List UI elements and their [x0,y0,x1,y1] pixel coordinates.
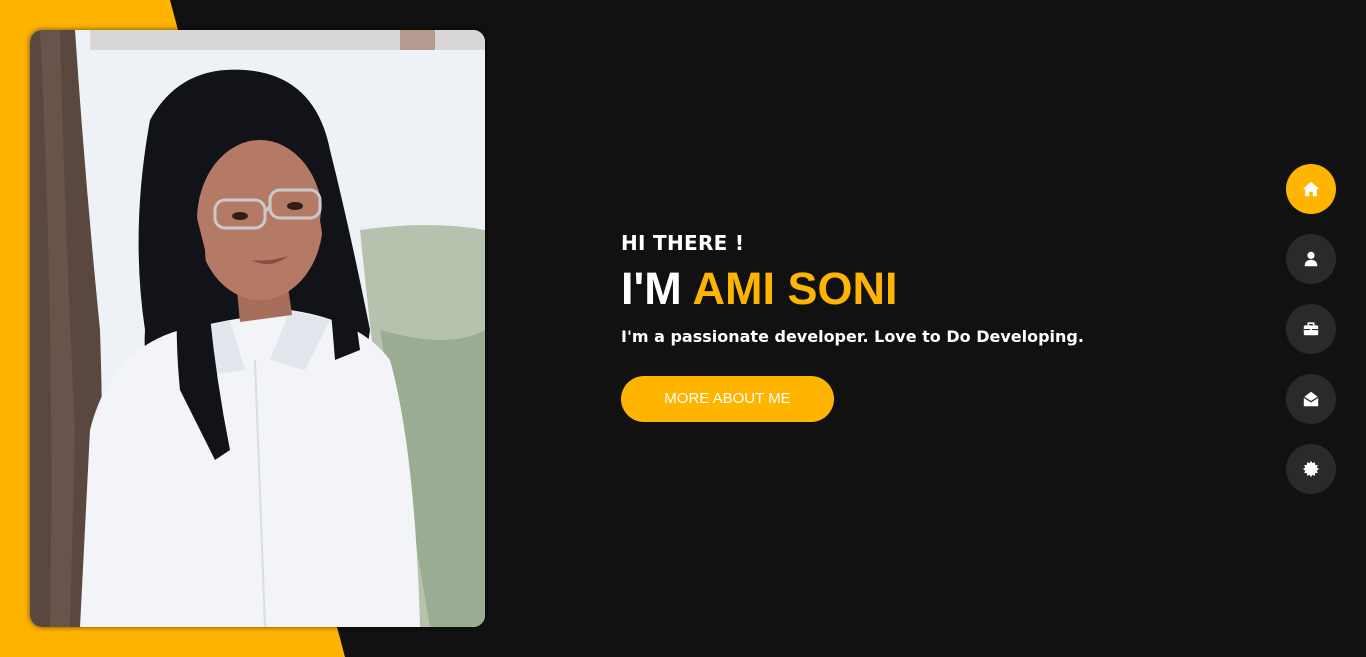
briefcase-icon [1303,322,1319,336]
greeting-text: HI THERE ! [621,231,745,255]
hero-headline: I'M AMI SONI [621,262,1181,316]
nav-portfolio-button[interactable] [1286,304,1336,354]
headline-name: AMI SONI [692,263,898,314]
profile-photo-illustration [30,30,485,627]
nav-settings-button[interactable] [1286,444,1336,494]
tagline-text: I'm a passionate developer. Love to Do D… [621,327,1084,346]
home-icon [1302,181,1320,197]
side-navigation [1286,164,1336,514]
user-icon [1304,251,1318,267]
profile-photo [30,30,485,627]
headline-prefix: I'M [621,263,693,314]
gear-icon [1302,460,1320,478]
nav-about-button[interactable] [1286,234,1336,284]
nav-contact-button[interactable] [1286,374,1336,424]
intro-block: HI THERE ! I'M AMI SONI I'm a passionate… [621,228,1181,422]
envelope-open-icon [1303,391,1319,407]
nav-home-button[interactable] [1286,164,1336,214]
home-section: HI THERE ! I'M AMI SONI I'm a passionate… [0,0,1366,657]
more-about-me-button[interactable]: MORE ABOUT ME [621,376,834,422]
